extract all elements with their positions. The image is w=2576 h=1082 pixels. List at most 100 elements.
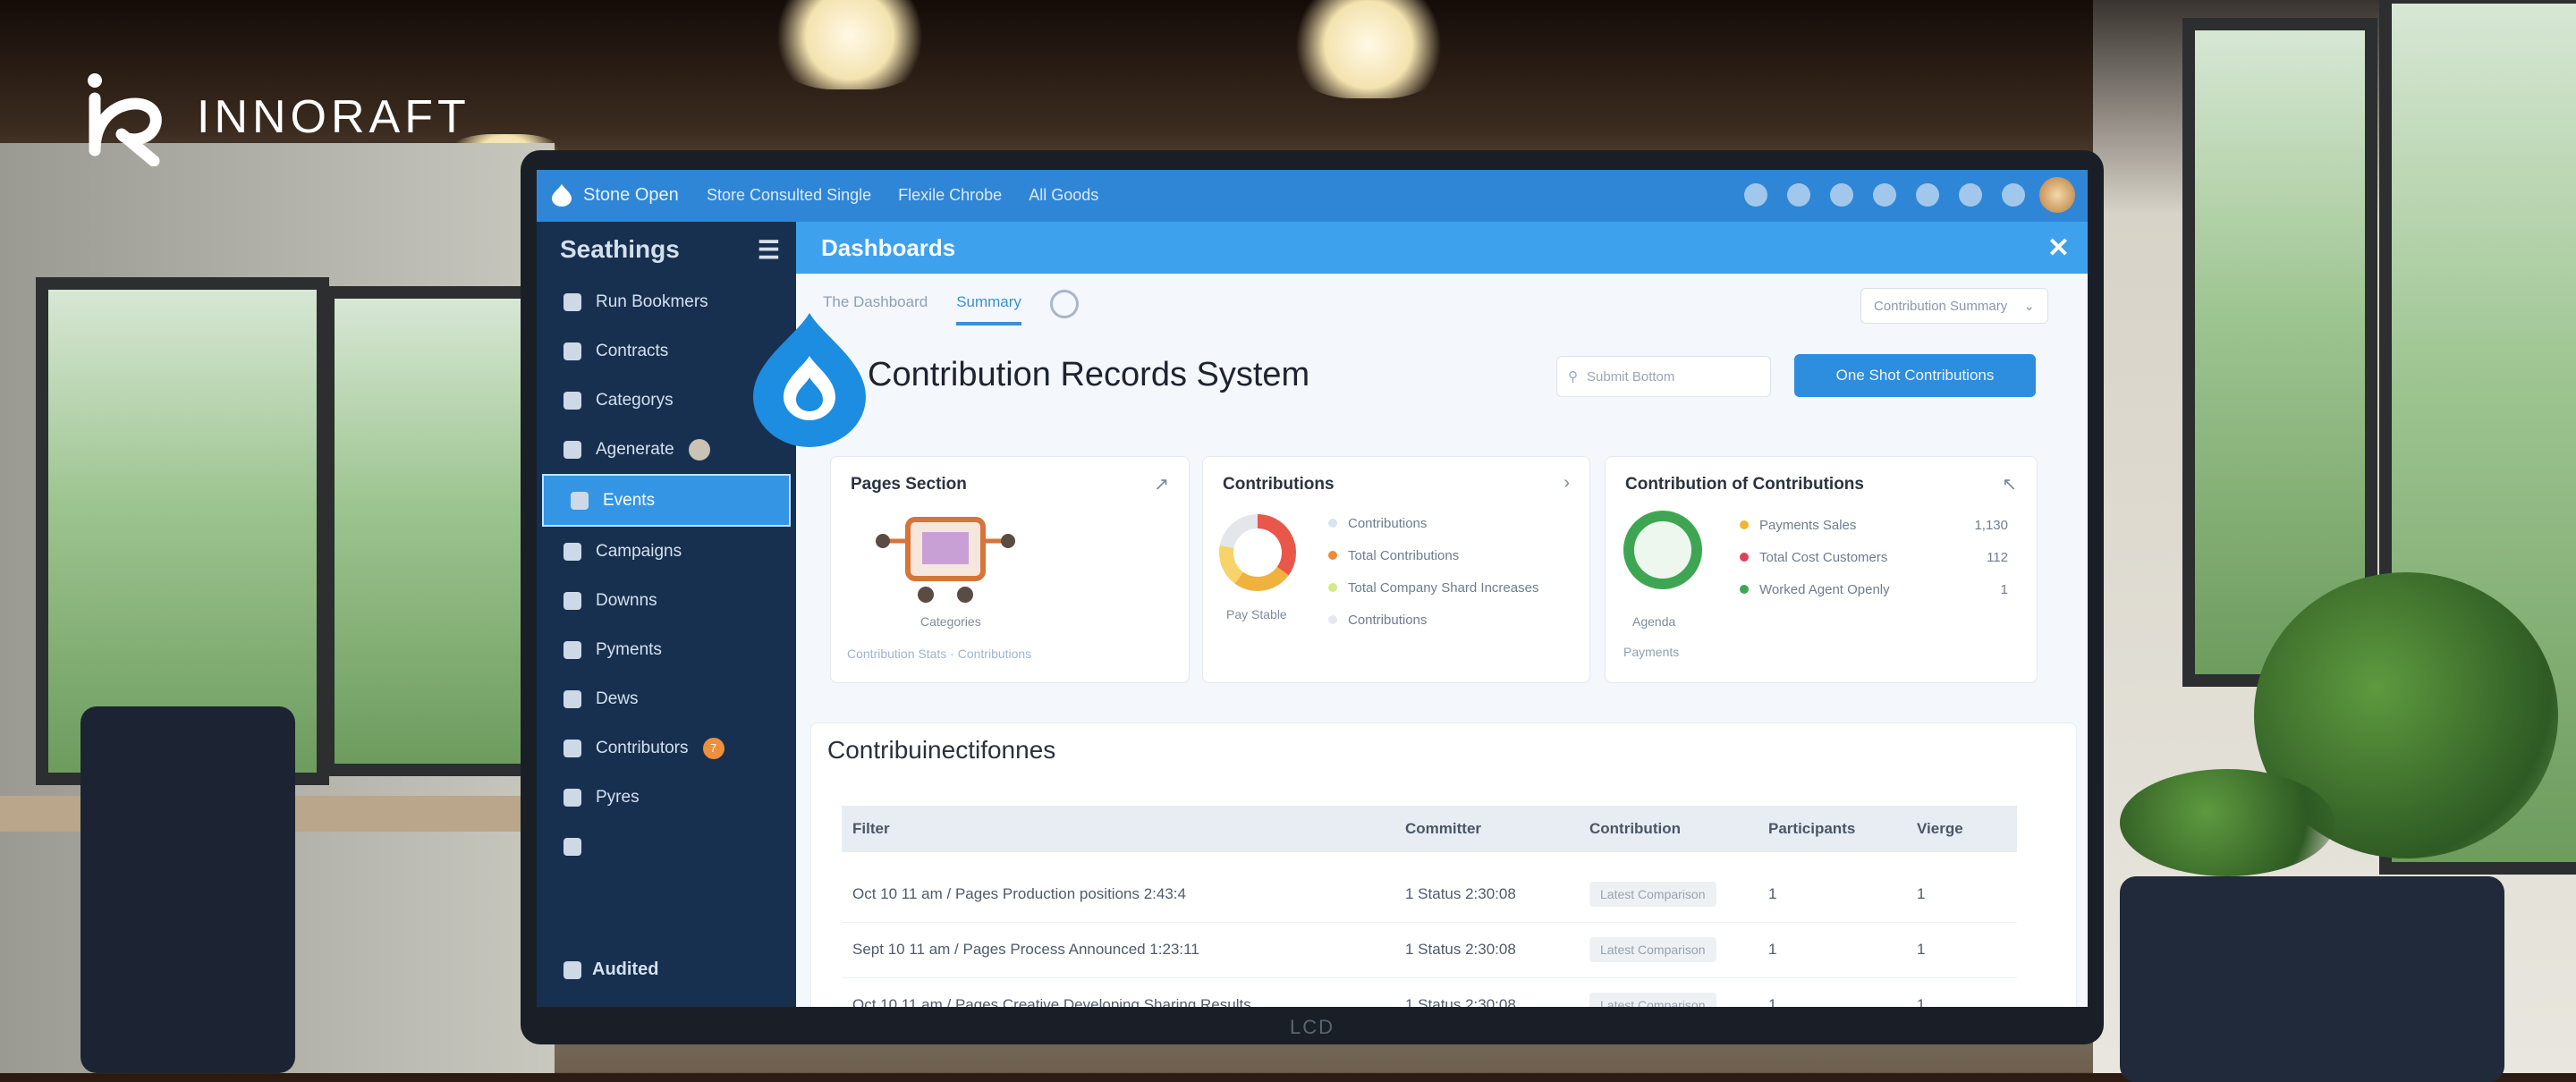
legend-label: Contributions (1348, 612, 1428, 628)
brand-name: INNORAFT (197, 91, 470, 143)
tab-summary[interactable]: Summary (956, 293, 1021, 325)
ceiling-light (769, 0, 930, 89)
legend-dot (1328, 519, 1337, 528)
legend-item: Contributions (1328, 507, 1538, 539)
search-icon (564, 292, 581, 311)
card-footer: Payments (1623, 645, 1680, 659)
column-header[interactable]: Committer (1405, 820, 1589, 838)
chevron-right-icon[interactable]: › (1563, 473, 1570, 494)
drupal-icon (753, 313, 866, 447)
sidebar-item-contributors[interactable]: Contributors 7 (537, 723, 796, 773)
collapse-icon[interactable]: ↖ (2002, 473, 2017, 495)
message-icon[interactable] (1830, 183, 1853, 207)
summary-select[interactable]: Contribution Summary ⌄ (1860, 288, 2048, 324)
top-nav-item[interactable]: Flexile Chrobe (898, 186, 1002, 205)
legend-item: Total Company Shard Increases (1328, 571, 1538, 604)
ceiling-light (1288, 0, 1449, 98)
legend-dot (1328, 583, 1337, 592)
legend-label: Contributions (1348, 515, 1428, 531)
table-header: Filter Committer Contribution Participan… (842, 806, 2017, 852)
innoraft-mark-icon (88, 73, 162, 166)
gear-icon[interactable] (1959, 183, 1982, 207)
sidebar-footer[interactable]: Audited (564, 959, 658, 980)
expand-icon[interactable]: ↗ (1154, 473, 1169, 495)
cell-name: Oct 10 11 am / Pages Creative Developing… (852, 996, 1251, 1007)
legend-label: Total Cost Customers (1759, 549, 1888, 565)
notification-icon[interactable] (1744, 183, 1767, 207)
legend-dot (1740, 585, 1749, 594)
new-contribution-button[interactable]: One Shot Contributions (1794, 354, 2036, 397)
column-header[interactable]: Contribution (1589, 820, 1768, 838)
legend-item: Worked Agent Openly 1 (1740, 573, 2008, 605)
contributions-card[interactable]: Contributions › Pay Stable Contributions… (1202, 456, 1590, 683)
refresh-icon[interactable] (1873, 183, 1896, 207)
innoraft-logo: INNORAFT (75, 68, 470, 166)
legend-item: Total Cost Customers 112 (1740, 541, 2008, 573)
count-badge: 7 (702, 737, 724, 759)
sidebar-title: Seathings (560, 235, 680, 263)
settings-icon[interactable] (1787, 183, 1810, 207)
table-row[interactable]: Oct 10 11 am / Pages Production position… (842, 866, 2017, 923)
column-header[interactable]: Participants (1768, 820, 1917, 838)
cell-name: Sept 10 11 am / Pages Process Announced … (852, 941, 1199, 958)
bell-icon[interactable] (1916, 183, 1939, 207)
globe-icon (564, 689, 581, 708)
avatar[interactable] (2039, 177, 2075, 213)
toolbar-icons (1744, 183, 2025, 207)
app-brand-label: Stone Open (583, 184, 679, 205)
home-icon (564, 342, 581, 360)
table-row[interactable]: Sept 10 11 am / Pages Process Announced … (842, 922, 2017, 978)
screen: Stone Open Store Consulted Single Flexil… (537, 170, 2088, 1007)
sidebar-item-events[interactable]: Events (542, 474, 791, 527)
sidebar-item-dews[interactable]: Dews (537, 674, 796, 723)
status-chip: Latest Comparison (1589, 937, 1716, 962)
sidebar-item-pyments[interactable]: Pyments (537, 625, 796, 674)
top-nav-item[interactable]: Store Consulted Single (707, 186, 871, 205)
search-input[interactable]: ⚲ Submit Bottom (1556, 356, 1771, 397)
sidebar-footer-label: Audited (592, 959, 659, 979)
legend: Payments Sales 1,130 Total Cost Customers… (1740, 509, 2008, 605)
monitor: Stone Open Store Consulted Single Flexil… (521, 150, 2104, 1044)
status-chip: Latest Comparison (1589, 882, 1716, 907)
sidebar-item-downns[interactable]: Downns (537, 576, 796, 625)
cell-vierge: 1 (1917, 885, 1926, 902)
menu-icon[interactable]: ☰ (758, 235, 780, 265)
sidebar-item-label: Run Bookmers (596, 292, 708, 311)
chevron-down-icon: ⌄ (2023, 299, 2035, 314)
cloud-icon[interactable] (2002, 183, 2025, 207)
music-icon (564, 837, 581, 856)
settings-icon (564, 788, 581, 807)
table-row[interactable]: Oct 10 11 am / Pages Creative Developing… (842, 977, 2017, 1007)
sidebar-header: Seathings ☰ (537, 222, 796, 277)
search-placeholder: Submit Bottom (1587, 368, 1675, 385)
person-icon (564, 542, 581, 561)
legend-value: 1,130 (1974, 517, 2008, 533)
cell-committer: 1 Status 2:30:08 (1405, 941, 1516, 958)
top-nav: Store Consulted Single Flexile Chrobe Al… (707, 186, 1098, 205)
card-title: Pages Section (851, 475, 967, 494)
cell-name: Oct 10 11 am / Pages Production position… (852, 885, 1186, 902)
contribution-breakdown-card[interactable]: Contribution of Contributions ↖ Agenda P… (1605, 456, 2038, 683)
clock-icon (564, 591, 581, 610)
tag-icon (571, 491, 589, 510)
top-nav-item[interactable]: All Goods (1029, 186, 1098, 205)
pages-section-card[interactable]: Pages Section ↗ Categories Contribution … (830, 456, 1190, 683)
cell-vierge: 1 (1917, 996, 1926, 1007)
cell-committer: 1 Status 2:30:08 (1405, 885, 1516, 902)
legend-dot (1740, 520, 1749, 529)
new-contribution-label: One Shot Contributions (1835, 367, 1995, 384)
contributions-section: Contribuinectifonnes Filter Committer Co… (810, 723, 2077, 1007)
card-caption: Categories (920, 614, 981, 629)
clock-icon[interactable] (1049, 290, 1079, 318)
sidebar-item-label: Pyres (596, 787, 640, 807)
user-icon (564, 440, 581, 459)
app-brand[interactable]: Stone Open (549, 182, 679, 207)
column-header[interactable]: Filter (842, 820, 1405, 838)
column-header[interactable]: Vierge (1917, 820, 2017, 838)
sidebar-item-campaigns[interactable]: Campaigns (537, 527, 796, 576)
legend-label: Payments Sales (1759, 517, 1857, 533)
sidebar-item-music[interactable] (537, 822, 796, 871)
close-icon[interactable]: ✕ (2047, 232, 2070, 264)
sidebar-item-pyres[interactable]: Pyres (537, 773, 796, 822)
sidebar-item-label: Contracts (596, 341, 669, 360)
